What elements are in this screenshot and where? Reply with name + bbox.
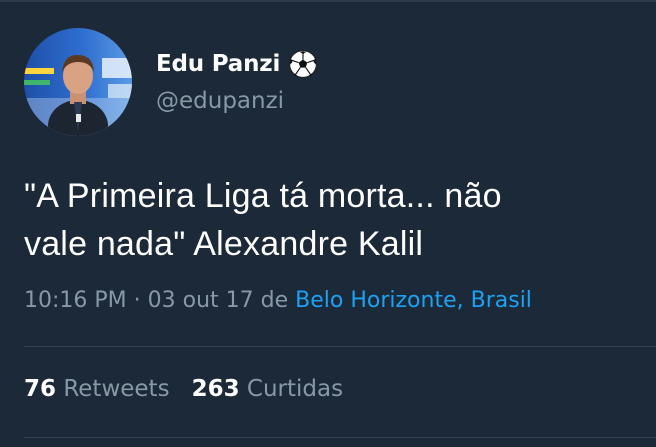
meta-separator: · (126, 288, 148, 313)
retweets-stat[interactable]: 76 Retweets (24, 376, 170, 402)
likes-label: Curtidas (239, 376, 344, 402)
tweet-location-link[interactable]: Belo Horizonte, Brasil (295, 288, 532, 313)
likes-count: 263 (191, 376, 240, 402)
tweet-date[interactable]: 03 out 17 (148, 288, 254, 313)
author-name-row[interactable]: Edu Panzi (156, 46, 318, 82)
tweet-text-line-2: vale nada" Alexandre Kalil (24, 225, 424, 263)
soccer-ball-icon (288, 49, 318, 79)
author-display-name[interactable]: Edu Panzi (156, 51, 280, 77)
retweets-count: 76 (24, 376, 57, 402)
tweet-card: Edu Panzi @edupanzi "A Primeira Liga tá … (0, 0, 656, 447)
top-divider (0, 0, 656, 2)
tweet-stats: 76 Retweets 263 Curtidas (24, 376, 365, 402)
retweets-label: Retweets (56, 376, 170, 402)
tweet-text-line-1: "A Primeira Liga tá morta... não (24, 177, 502, 215)
from-word: de (253, 288, 296, 313)
avatar[interactable] (24, 28, 132, 136)
author-handle[interactable]: @edupanzi (156, 88, 284, 114)
tweet-meta: 10:16 PM · 03 out 17 de Belo Horizonte, … (24, 288, 532, 313)
divider (24, 346, 656, 347)
likes-stat[interactable]: 263 Curtidas (192, 376, 344, 402)
tweet-text: "A Primeira Liga tá morta... não vale na… (24, 172, 644, 268)
tweet-time[interactable]: 10:16 PM (24, 288, 127, 313)
divider (24, 437, 656, 438)
